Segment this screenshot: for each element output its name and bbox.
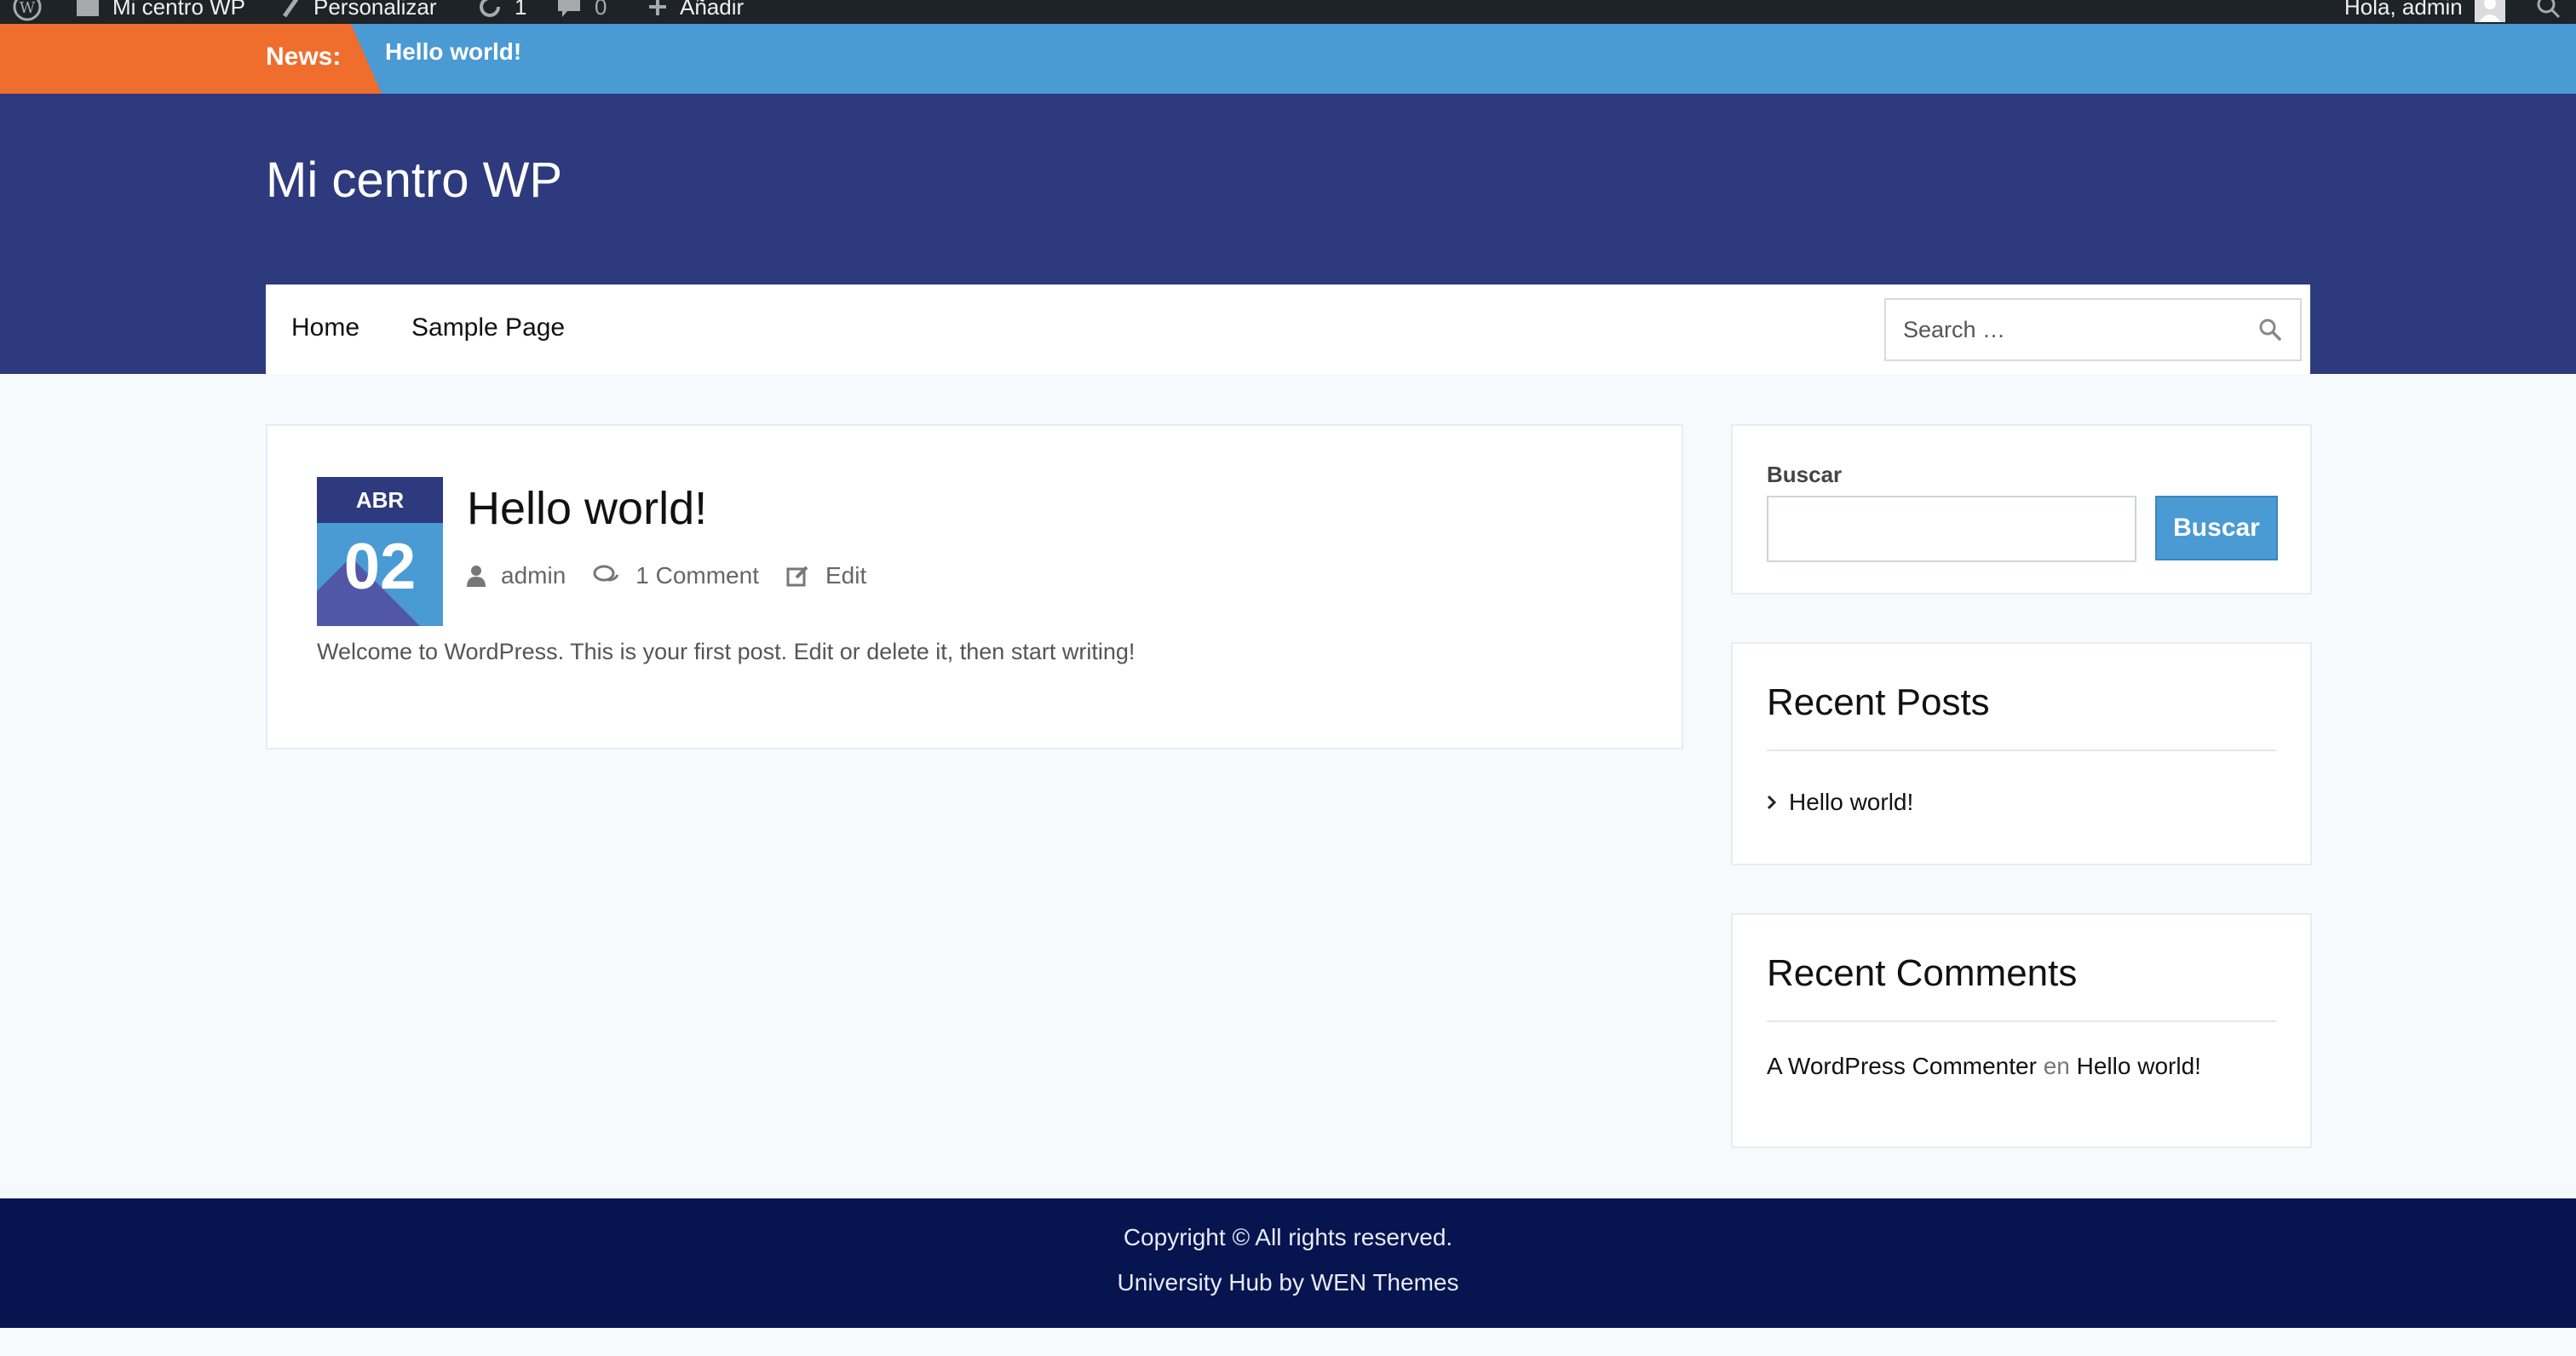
admin-bar-comments-count: 0: [595, 0, 607, 20]
admin-bar-account-link[interactable]: Hola, admin: [2344, 0, 2505, 24]
comment-connector: en: [2043, 1053, 2070, 1079]
admin-bar-site-link[interactable]: Mi centro WP: [75, 0, 245, 24]
post-date-day-box: 02: [317, 523, 443, 626]
admin-bar-customize-label: Personalizar: [313, 0, 437, 20]
admin-bar-customize-link[interactable]: Personalizar: [281, 0, 437, 24]
chevron-right-icon: [1767, 795, 1777, 810]
nav-item-home[interactable]: Home: [291, 313, 359, 342]
edit-icon: [786, 566, 808, 587]
comment-post-link[interactable]: Hello world!: [2077, 1053, 2201, 1079]
post-excerpt: Welcome to WordPress. This is your first…: [317, 639, 1136, 664]
admin-bar-updates-link[interactable]: 1: [477, 0, 526, 24]
post-edit-label: Edit: [825, 562, 867, 589]
post-author-name: admin: [501, 562, 566, 589]
comment-author-link[interactable]: A WordPress Commenter: [1767, 1053, 2037, 1079]
post-comments-count: 1 Comment: [635, 562, 759, 589]
post-date-month: ABR: [317, 477, 443, 523]
footer-credit: University Hub by WEN Themes: [1117, 1269, 1459, 1296]
footer-copyright: Copyright © All rights reserved.: [1123, 1224, 1453, 1250]
recent-comment-item: A WordPress Commenter en Hello world!: [1767, 1053, 2201, 1080]
admin-bar-greeting: Hola, admin: [2344, 0, 2463, 20]
sidebar-search-widget: Buscar Buscar: [1731, 424, 2312, 595]
main-navigation: Home Sample Page Search …: [266, 284, 2310, 374]
sidebar-search-button[interactable]: Buscar: [2155, 496, 2278, 560]
post-title[interactable]: Hello world!: [467, 482, 707, 535]
site-header: Mi centro WP Home Sample Page Search …: [0, 94, 2576, 374]
post-author[interactable]: admin: [467, 562, 566, 589]
admin-bar: W Mi centro WP Personalizar 1 0 Añadir H…: [0, 0, 2576, 24]
wordpress-logo-icon[interactable]: W: [12, 0, 43, 24]
home-icon: [77, 0, 99, 16]
post-edit-link[interactable]: Edit: [786, 562, 866, 589]
user-avatar-icon: [2474, 0, 2505, 22]
recent-post-item[interactable]: Hello world!: [1767, 789, 1913, 816]
site-title[interactable]: Mi centro WP: [266, 152, 562, 209]
post-comments-link[interactable]: 1 Comment: [593, 562, 759, 589]
brush-icon: [282, 0, 299, 18]
user-icon: [467, 566, 486, 587]
header-search-placeholder: Search …: [1903, 317, 2006, 342]
header-search-input[interactable]: Search …: [1884, 298, 2302, 361]
news-label: News:: [266, 43, 342, 71]
sidebar-search-label: Buscar: [1767, 462, 1843, 487]
admin-bar-add-new-label: Añadir: [680, 0, 745, 20]
plus-icon: [649, 0, 666, 15]
site-footer: Copyright © All rights reserved. Univers…: [0, 1198, 2576, 1328]
sidebar-search-input[interactable]: [1767, 496, 2136, 562]
updates-icon: [480, 0, 500, 17]
widget-divider: [1767, 750, 2276, 751]
post-date-day: 02: [343, 531, 417, 603]
admin-bar-add-new-link[interactable]: Añadir: [647, 0, 744, 24]
nav-item-sample-page[interactable]: Sample Page: [411, 313, 565, 342]
widget-divider: [1767, 1020, 2276, 1022]
recent-posts-widget: Recent Posts Hello world!: [1731, 642, 2312, 865]
recent-comments-widget: Recent Comments A WordPress Commenter en…: [1731, 913, 2312, 1148]
recent-posts-title: Recent Posts: [1767, 681, 1990, 723]
news-item-link[interactable]: Hello world!: [385, 38, 521, 66]
comment-bubble-icon: [558, 0, 580, 17]
news-ticker: News: Hello world!: [0, 24, 2576, 94]
admin-bar-updates-count: 1: [515, 0, 527, 20]
svg-text:W: W: [20, 0, 36, 17]
admin-bar-comments-link[interactable]: 0: [555, 0, 607, 24]
news-label-box: News:: [0, 24, 382, 94]
comments-icon: [593, 565, 619, 582]
admin-bar-search-icon[interactable]: [2535, 0, 2562, 24]
recent-comments-title: Recent Comments: [1767, 952, 2078, 994]
search-icon[interactable]: [2257, 317, 2283, 347]
post-meta: admin 1 Comment Edit: [467, 562, 894, 589]
post-date-badge: ABR 02: [317, 477, 443, 626]
admin-bar-site-name: Mi centro WP: [112, 0, 246, 20]
post-card: ABR 02 Hello world! admin 1 Comment Edit…: [266, 424, 1683, 750]
recent-post-link[interactable]: Hello world!: [1789, 789, 1913, 816]
